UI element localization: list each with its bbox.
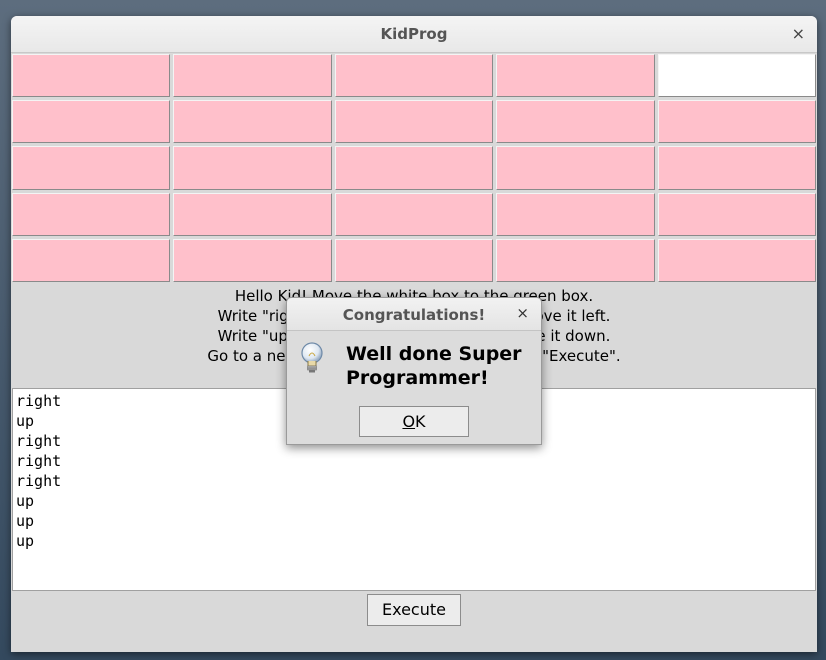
dialog-message-line: Well done Super xyxy=(346,343,522,365)
code-line: right xyxy=(16,452,62,470)
code-line: right xyxy=(16,472,62,490)
grid-cell xyxy=(334,238,494,282)
close-icon[interactable]: × xyxy=(792,24,805,43)
grid-cell xyxy=(12,192,171,236)
lightbulb-icon xyxy=(301,342,323,373)
grid-cell xyxy=(657,100,816,144)
ok-mnemonic: O xyxy=(402,412,416,431)
grid-cell xyxy=(12,238,171,282)
grid-cell xyxy=(12,146,171,190)
grid-cell xyxy=(496,192,655,236)
execute-button[interactable]: Execute xyxy=(367,594,461,626)
grid-cell xyxy=(334,54,494,98)
grid-cell xyxy=(173,146,332,190)
grid-cell xyxy=(334,146,494,190)
grid-cell xyxy=(657,238,816,282)
grid-cell xyxy=(12,100,171,144)
code-line: up xyxy=(16,512,35,530)
grid-cell xyxy=(173,238,332,282)
grid-cell xyxy=(173,100,332,144)
congratulations-dialog: Congratulations! × Well done Super Progr… xyxy=(286,297,542,445)
code-line: up xyxy=(16,492,35,510)
grid-cell xyxy=(334,100,494,144)
code-line: up xyxy=(16,532,35,550)
dialog-message-line: Programmer! xyxy=(346,367,489,389)
dialog-title: Congratulations! xyxy=(342,306,486,324)
window-title: KidProg xyxy=(380,25,448,43)
player-box xyxy=(657,54,816,98)
grid-cell xyxy=(334,192,494,236)
grid-cell xyxy=(496,146,655,190)
dialog-message: Well done Super Programmer! xyxy=(346,342,536,390)
grid-cell xyxy=(496,238,655,282)
grid-cell xyxy=(657,192,816,236)
grid-cell xyxy=(173,192,332,236)
window-titlebar[interactable]: KidProg × xyxy=(11,16,817,53)
dialog-titlebar[interactable]: Congratulations! × xyxy=(287,298,541,331)
grid-cell xyxy=(173,54,332,98)
grid-cell xyxy=(496,100,655,144)
ok-button[interactable]: OK xyxy=(359,406,469,437)
grid-cell xyxy=(12,54,171,98)
grid-cell xyxy=(496,54,655,98)
game-grid xyxy=(12,54,816,282)
grid-cell xyxy=(657,146,816,190)
ok-label-rest: K xyxy=(415,412,426,431)
dialog-close-icon[interactable]: × xyxy=(516,304,529,322)
